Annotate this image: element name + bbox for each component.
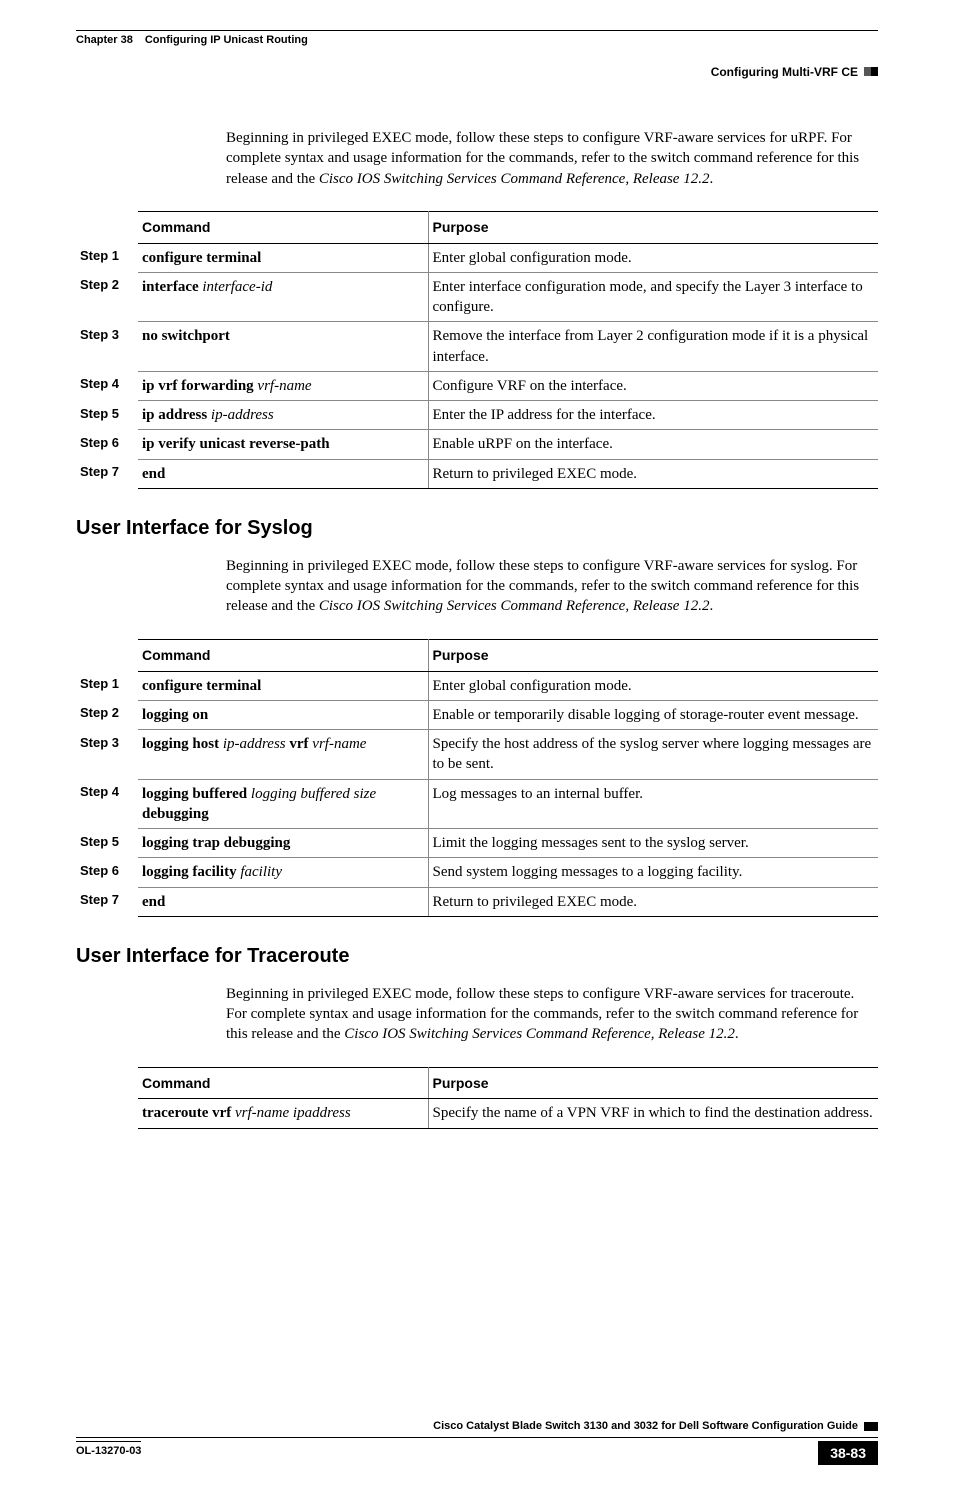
purpose: Enable uRPF on the interface. — [428, 430, 878, 459]
purpose: Specify the host address of the syslog s… — [428, 730, 878, 780]
cmd-arg: vrf-name — [312, 736, 366, 752]
cmd: debugging — [142, 806, 209, 822]
table-traceroute: Command Purpose traceroute vrf vrf-name … — [138, 1067, 878, 1129]
header-marker-icon — [864, 67, 878, 76]
cmd: interface — [142, 279, 202, 295]
step-label: Step 7 — [76, 887, 138, 916]
cmd: ip vrf forwarding — [142, 378, 257, 394]
intro-period: . — [709, 171, 713, 187]
step-label: Step 1 — [76, 243, 138, 272]
cmd: vrf — [289, 736, 312, 752]
cmd: logging trap debugging — [142, 835, 290, 851]
cmd: logging buffered — [142, 786, 251, 802]
step-label: Step 7 — [76, 459, 138, 488]
footer-doc-id: OL-13270-03 — [76, 1441, 141, 1459]
purpose: Return to privileged EXEC mode. — [428, 459, 878, 488]
cmd: no switchport — [142, 328, 230, 344]
purpose: Enter global configuration mode. — [428, 671, 878, 700]
page-header: Chapter 38 Configuring IP Unicast Routin… — [76, 33, 878, 48]
step-label: Step 5 — [76, 401, 138, 430]
col-purpose: Purpose — [428, 211, 878, 243]
step-label: Step 2 — [76, 700, 138, 729]
purpose: Enter the IP address for the interface. — [428, 401, 878, 430]
col-command: Command — [138, 639, 428, 671]
intro-ref: Cisco IOS Switching Services Command Ref… — [319, 598, 710, 614]
col-command: Command — [138, 211, 428, 243]
cmd: end — [142, 894, 165, 910]
step-label: Step 6 — [76, 858, 138, 887]
table-syslog: Command Purpose Step 1 configure termina… — [76, 639, 878, 917]
page-footer: Cisco Catalyst Blade Switch 3130 and 303… — [76, 1419, 878, 1466]
heading-traceroute: User Interface for Traceroute — [76, 943, 878, 970]
purpose: Log messages to an internal buffer. — [428, 779, 878, 829]
chapter-label: Chapter 38 — [76, 33, 133, 48]
purpose: Remove the interface from Layer 2 config… — [428, 322, 878, 372]
step-label: Step 1 — [76, 671, 138, 700]
intro-period: . — [709, 598, 713, 614]
intro-ref: Cisco IOS Switching Services Command Ref… — [344, 1026, 735, 1042]
step-label: Step 3 — [76, 730, 138, 780]
intro-period: . — [735, 1026, 739, 1042]
purpose: Enable or temporarily disable logging of… — [428, 700, 878, 729]
col-purpose: Purpose — [428, 639, 878, 671]
cmd-arg: facility — [240, 864, 282, 880]
purpose: Configure VRF on the interface. — [428, 371, 878, 400]
footer-book-title: Cisco Catalyst Blade Switch 3130 and 303… — [433, 1419, 858, 1434]
cmd-arg: ip-address — [211, 407, 274, 423]
cmd: ip address — [142, 407, 211, 423]
col-command: Command — [138, 1067, 428, 1099]
table-urpf: Command Purpose Step 1 configure termina… — [76, 211, 878, 489]
col-purpose: Purpose — [428, 1067, 878, 1099]
cmd: end — [142, 466, 165, 482]
purpose: Send system logging messages to a loggin… — [428, 858, 878, 887]
step-label: Step 5 — [76, 829, 138, 858]
cmd: logging on — [142, 707, 208, 723]
intro-traceroute: Beginning in privileged EXEC mode, follo… — [226, 984, 878, 1045]
footer-marker-icon — [864, 1422, 878, 1431]
cmd: ip verify unicast reverse-path — [142, 436, 330, 452]
step-label: Step 6 — [76, 430, 138, 459]
cmd: logging facility — [142, 864, 240, 880]
cmd-arg: ip-address — [223, 736, 290, 752]
cmd: traceroute vrf — [142, 1105, 235, 1121]
chapter-title: Configuring IP Unicast Routing — [145, 33, 308, 48]
step-label: Step 3 — [76, 322, 138, 372]
intro-ref: Cisco IOS Switching Services Command Ref… — [319, 171, 710, 187]
intro-urpf: Beginning in privileged EXEC mode, follo… — [226, 128, 878, 189]
purpose: Enter global configuration mode. — [428, 243, 878, 272]
purpose: Limit the logging messages sent to the s… — [428, 829, 878, 858]
cmd: configure terminal — [142, 678, 261, 694]
page-number: 38-83 — [818, 1441, 878, 1466]
section-right: Configuring Multi-VRF CE — [711, 64, 858, 80]
heading-syslog: User Interface for Syslog — [76, 515, 878, 542]
purpose: Return to privileged EXEC mode. — [428, 887, 878, 916]
cmd: logging host — [142, 736, 223, 752]
cmd-arg: vrf-name ipaddress — [235, 1105, 351, 1121]
cmd-arg: interface-id — [202, 279, 272, 295]
purpose: Enter interface configuration mode, and … — [428, 272, 878, 322]
cmd-arg: logging buffered size — [251, 786, 376, 802]
step-label: Step 4 — [76, 371, 138, 400]
intro-syslog: Beginning in privileged EXEC mode, follo… — [226, 556, 878, 617]
cmd-arg: vrf-name — [257, 378, 311, 394]
step-label: Step 4 — [76, 779, 138, 829]
purpose: Specify the name of a VPN VRF in which t… — [428, 1099, 878, 1128]
step-label: Step 2 — [76, 272, 138, 322]
cmd: configure terminal — [142, 250, 261, 266]
